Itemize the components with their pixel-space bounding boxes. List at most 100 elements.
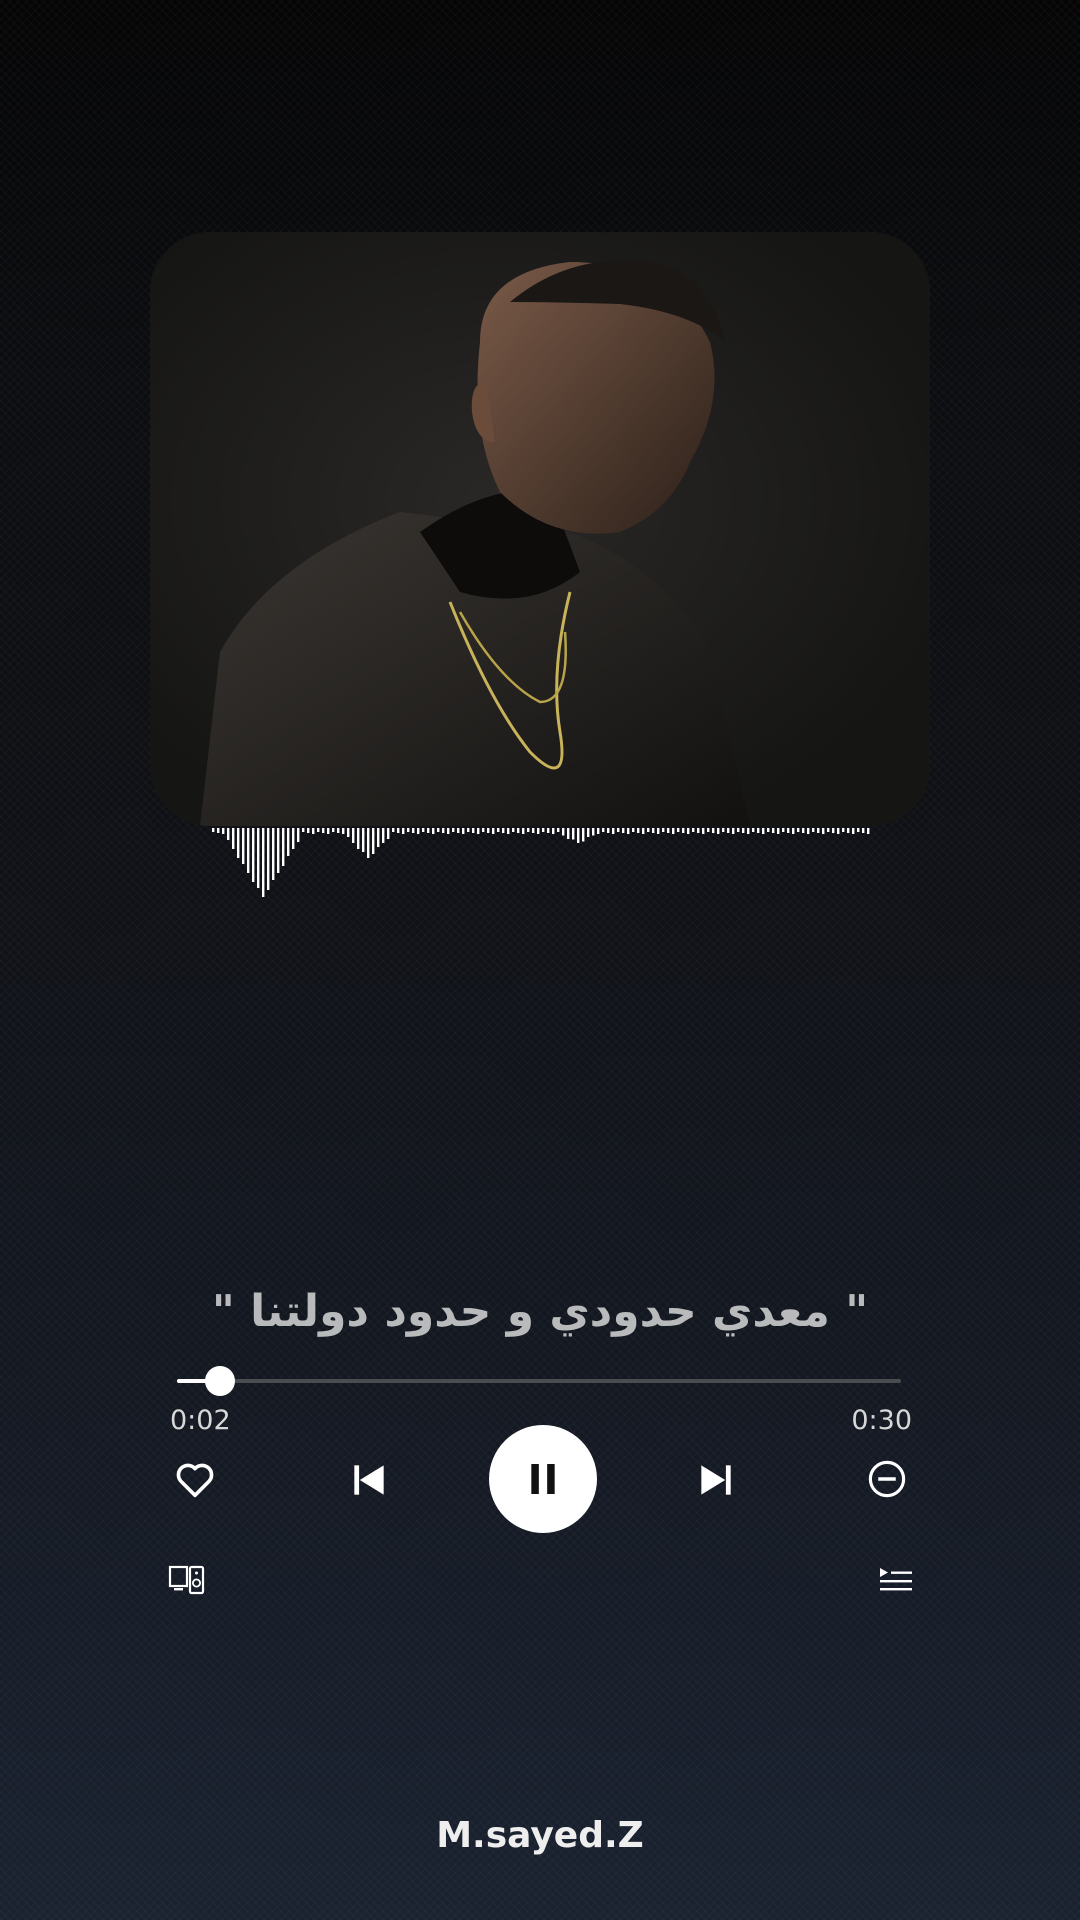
visualizer-bar: [272, 828, 275, 880]
visualizer-bar: [352, 828, 355, 843]
visualizer-bar: [327, 828, 330, 834]
visualizer-bar: [422, 828, 425, 832]
visualizer-bar: [817, 828, 820, 833]
visualizer-bar: [667, 828, 670, 833]
connect-devices-button[interactable]: [168, 1564, 206, 1596]
watermark: M.sayed.Z: [436, 1815, 644, 1856]
visualizer-bar: [582, 828, 585, 842]
visualizer-bar: [442, 828, 445, 833]
next-button[interactable]: [694, 1458, 738, 1502]
visualizer-bar: [397, 828, 400, 833]
visualizer-bar: [567, 828, 570, 839]
pause-button[interactable]: [489, 1425, 597, 1533]
visualizer-bar: [797, 828, 800, 832]
visualizer-bar: [347, 828, 350, 837]
visualizer-bar: [437, 828, 440, 832]
visualizer-bar: [217, 828, 220, 833]
progress-thumb[interactable]: [205, 1366, 236, 1396]
heart-outline-icon: [176, 1463, 214, 1498]
visualizer-bar: [227, 828, 230, 840]
visualizer-bar: [502, 828, 505, 833]
visualizer-bar: [372, 828, 375, 854]
visualizer-bar: [512, 828, 515, 832]
visualizer-bar: [837, 828, 840, 834]
visualizer-bar: [252, 828, 255, 882]
album-artwork: [150, 232, 930, 826]
visualizer-bar: [722, 828, 725, 832]
visualizer-bar: [532, 828, 535, 833]
visualizer-bar: [462, 828, 465, 834]
visualizer-bar: [487, 828, 490, 833]
visualizer-bar: [452, 828, 455, 832]
visualizer-bar: [697, 828, 700, 833]
audio-visualizer: [212, 828, 870, 897]
progress-bar[interactable]: [177, 1366, 901, 1396]
hide-song-button[interactable]: [866, 1458, 908, 1500]
visualizer-bar: [412, 828, 415, 833]
visualizer-bar: [222, 828, 225, 834]
visualizer-bar: [257, 828, 260, 888]
visualizer-bar: [317, 828, 320, 832]
visualizer-bar: [592, 828, 595, 836]
visualizer-bar: [477, 828, 480, 834]
visualizer-bar: [852, 828, 855, 834]
visualizer-bar: [332, 828, 335, 832]
visualizer-bar: [752, 828, 755, 832]
visualizer-bar: [402, 828, 405, 834]
visualizer-bar: [747, 828, 750, 834]
visualizer-bar: [577, 828, 580, 843]
visualizer-bar: [267, 828, 270, 890]
visualizer-bar: [427, 828, 430, 833]
visualizer-bar: [737, 828, 740, 832]
skip-previous-icon: [354, 1465, 384, 1495]
visualizer-bar: [527, 828, 530, 832]
pause-icon: [531, 1464, 555, 1494]
visualizer-bar: [617, 828, 620, 832]
skip-next-icon: [701, 1465, 731, 1495]
visualizer-bar: [552, 828, 555, 834]
visualizer-bar: [522, 828, 525, 834]
visualizer-bar: [377, 828, 380, 847]
visualizer-bar: [762, 828, 765, 834]
visualizer-bar: [707, 828, 710, 832]
visualizer-bar: [812, 828, 815, 832]
visualizer-bar: [262, 828, 265, 897]
visualizer-bar: [212, 828, 215, 832]
visualizer-bar: [687, 828, 690, 834]
visualizer-bar: [557, 828, 560, 832]
visualizer-bar: [692, 828, 695, 832]
visualizer-bar: [857, 828, 860, 832]
visualizer-bar: [562, 828, 565, 836]
visualizer-bar: [417, 828, 420, 834]
visualizer-bar: [672, 828, 675, 834]
visualizer-bar: [542, 828, 545, 832]
visualizer-bar: [677, 828, 680, 832]
visualizer-bar: [392, 828, 395, 832]
visualizer-bar: [367, 828, 370, 858]
visualizer-bar: [612, 828, 615, 834]
visualizer-bar: [497, 828, 500, 832]
like-button[interactable]: [172, 1456, 218, 1502]
visualizer-bar: [702, 828, 705, 834]
visualizer-bar: [382, 828, 385, 843]
visualizer-bar: [407, 828, 410, 832]
visualizer-bar: [492, 828, 495, 834]
visualizer-bar: [602, 828, 605, 832]
visualizer-bar: [297, 828, 300, 842]
visualizer-bar: [242, 828, 245, 864]
visualizer-bar: [862, 828, 865, 833]
visualizer-bar: [757, 828, 760, 833]
visualizer-bar: [307, 828, 310, 833]
visualizer-bar: [517, 828, 520, 833]
visualizer-bar: [432, 828, 435, 834]
visualizer-bar: [727, 828, 730, 833]
minus-circle-icon: [868, 1460, 906, 1498]
previous-button[interactable]: [347, 1458, 391, 1502]
queue-button[interactable]: [878, 1566, 914, 1596]
visualizer-bar: [732, 828, 735, 834]
visualizer-bar: [507, 828, 510, 834]
visualizer-bar: [287, 828, 290, 856]
visualizer-bar: [622, 828, 625, 833]
visualizer-bar: [457, 828, 460, 833]
visualizer-bar: [847, 828, 850, 833]
